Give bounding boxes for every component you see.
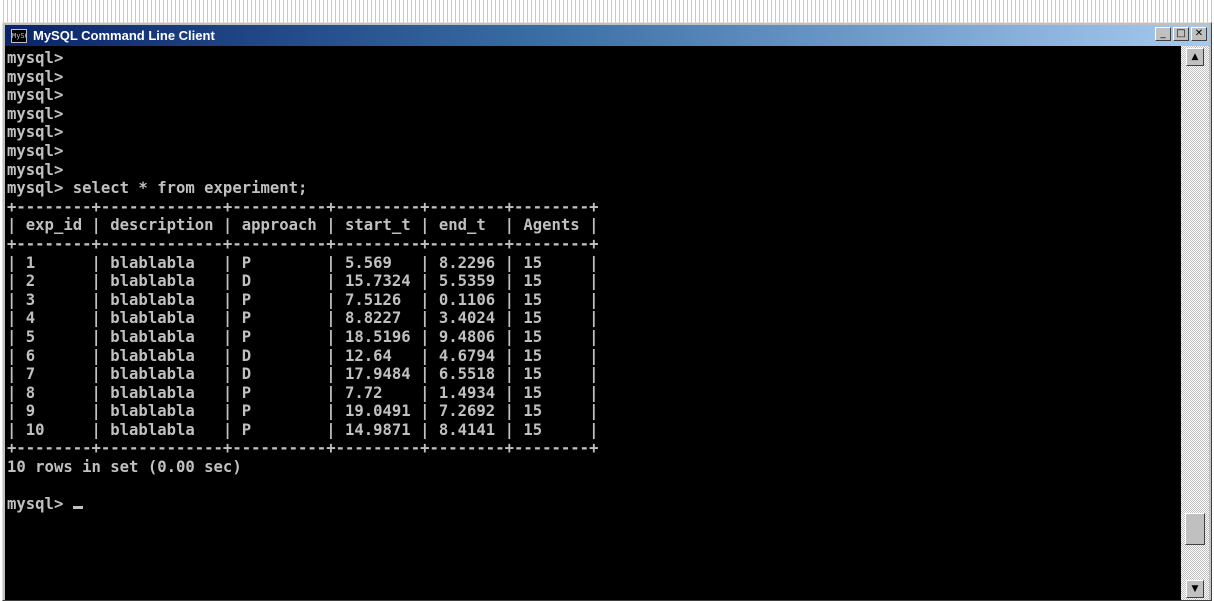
mysql-console-window: MySQL MySQL Command Line Client _ □ ✕ my… [2, 22, 1212, 601]
console-line: mysql> [7, 160, 64, 179]
console-line: mysql> [7, 123, 64, 142]
mysql-console-icon[interactable]: MySQL [11, 28, 27, 43]
console-line: mysql> [7, 141, 64, 160]
console-line: +--------+-------------+----------+-----… [7, 234, 599, 253]
scroll-down-button[interactable]: ▼ [1186, 580, 1204, 598]
console-line: | 4 | blablabla | P | 8.8227 | 3.4024 | … [7, 309, 599, 328]
console-line: mysql> select * from experiment; [7, 179, 308, 198]
console-line: | exp_id | description | approach | star… [7, 216, 599, 235]
scroll-down-arrow-icon: ▼ [1191, 584, 1199, 594]
console-line: | 5 | blablabla | P | 18.5196 | 9.4806 |… [7, 327, 599, 346]
console-line: 10 rows in set (0.00 sec) [7, 458, 242, 477]
console-line: | 3 | blablabla | P | 7.5126 | 0.1106 | … [7, 290, 599, 309]
window-title: MySQL Command Line Client [33, 28, 215, 43]
console-line: | 8 | blablabla | P | 7.72 | 1.4934 | 15… [7, 383, 599, 402]
console-line: | 1 | blablabla | P | 5.569 | 8.2296 | 1… [7, 253, 599, 272]
scroll-thumb[interactable] [1185, 512, 1205, 545]
console-output[interactable]: mysql> mysql> mysql> mysql> mysql> mysql… [5, 46, 1181, 600]
console-line: mysql> [7, 49, 64, 67]
minimize-button[interactable]: _ [1155, 27, 1171, 41]
window-controls: _ □ ✕ [1153, 27, 1207, 41]
title-bar[interactable]: MySQL MySQL Command Line Client _ □ ✕ [5, 25, 1209, 46]
text-cursor [72, 506, 83, 510]
console-line: mysql> [7, 67, 64, 86]
console-line: +--------+-------------+----------+-----… [7, 197, 599, 216]
console-line: | 10 | blablabla | P | 14.9871 | 8.4141 … [7, 420, 599, 439]
maximize-button[interactable]: □ [1173, 27, 1189, 41]
maximize-icon: □ [1176, 28, 1186, 39]
console-line: +--------+-------------+----------+-----… [7, 439, 599, 458]
console-line: mysql> [7, 495, 73, 514]
console-line: mysql> [7, 104, 64, 123]
background-window-strip [0, 0, 1214, 24]
minimize-icon: _ [1160, 28, 1166, 39]
console-line: | 6 | blablabla | D | 12.64 | 4.6794 | 1… [7, 346, 599, 365]
console-line: | 7 | blablabla | D | 17.9484 | 6.5518 |… [7, 365, 599, 384]
console-line: mysql> [7, 86, 64, 105]
close-button[interactable]: ✕ [1191, 27, 1207, 41]
console-text: mysql> mysql> mysql> mysql> mysql> mysql… [5, 46, 1181, 514]
scroll-up-arrow-icon: ▲ [1191, 52, 1199, 62]
console-line: | 2 | blablabla | D | 15.7324 | 5.5359 |… [7, 272, 599, 291]
close-icon: ✕ [1194, 28, 1204, 39]
scroll-up-button[interactable]: ▲ [1186, 48, 1204, 66]
console-line: | 9 | blablabla | P | 19.0491 | 7.2692 |… [7, 402, 599, 421]
vertical-scrollbar[interactable]: ▲ ▼ [1181, 46, 1209, 600]
